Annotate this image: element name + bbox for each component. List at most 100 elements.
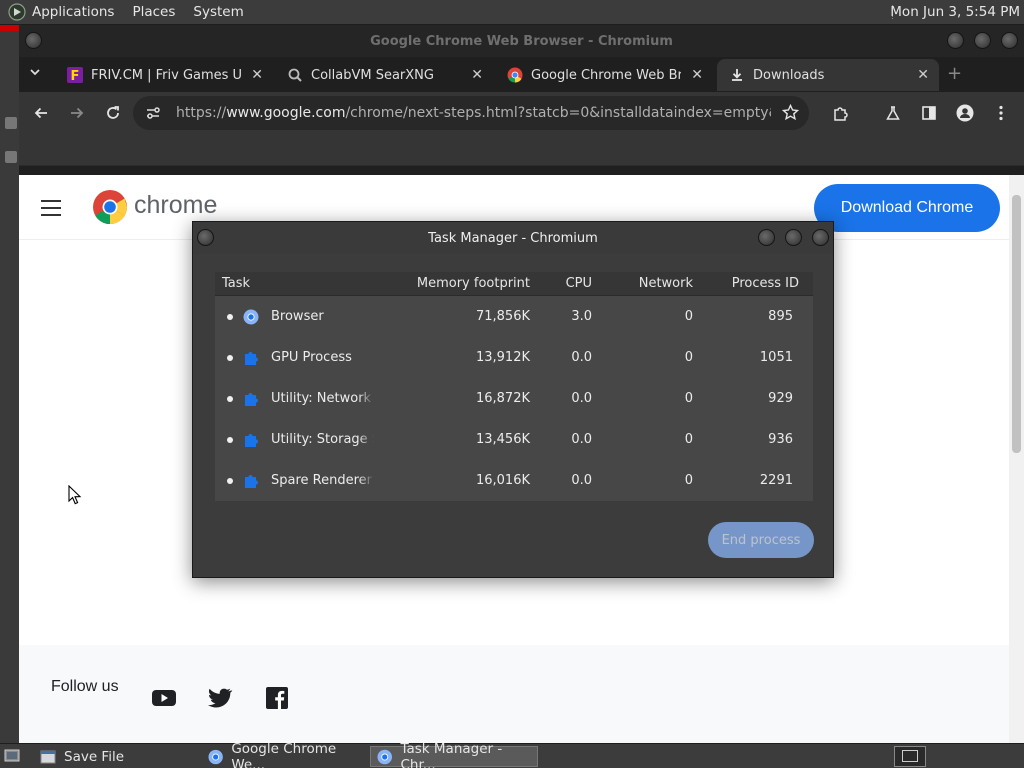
tab-search-chevron-icon[interactable] [29, 66, 41, 82]
close-button[interactable] [1001, 32, 1018, 49]
mouse-pointer-icon [68, 485, 82, 505]
bullet-icon [227, 395, 233, 402]
cpu-cell: 0.0 [571, 350, 592, 365]
puzzle-icon [245, 433, 258, 447]
twitter-icon[interactable] [207, 687, 233, 709]
close-tab-icon[interactable]: ✕ [471, 67, 483, 83]
desktop-edge [0, 25, 19, 743]
close-tab-icon[interactable]: ✕ [251, 67, 263, 83]
extensions-puzzle-icon[interactable] [829, 102, 851, 124]
dialog-maximize-button[interactable] [785, 229, 802, 246]
workspace-switcher[interactable] [894, 746, 926, 767]
download-icon [732, 69, 742, 81]
back-arrow-icon[interactable] [30, 102, 52, 124]
close-tab-icon[interactable]: ✕ [691, 67, 703, 83]
column-header-task[interactable]: Task [215, 276, 405, 291]
tab-title: FRIV.CM | Friv Games Unblocked [91, 67, 241, 83]
hamburger-menu-icon[interactable] [41, 200, 61, 221]
facebook-icon[interactable] [264, 687, 290, 709]
network-cell: 0 [684, 391, 693, 406]
tab-title: Downloads [753, 67, 825, 83]
page-scrollbar[interactable] [1009, 175, 1024, 743]
desktop-icon[interactable] [5, 151, 17, 163]
network-cell: 0 [684, 309, 693, 324]
tab-title: CollabVM SearXNG [311, 67, 434, 83]
kebab-menu-icon[interactable] [990, 102, 1012, 124]
table-row[interactable]: GPU Process 13,912K 0.0 0 1051 [215, 337, 813, 378]
bullet-icon [227, 436, 233, 443]
taskbar-item-task-manager[interactable]: Task Manager - Chr... [370, 741, 538, 768]
bullet-icon [227, 354, 233, 361]
process-table: Task Memory footprint CPU Network Proces… [215, 272, 813, 501]
forward-arrow-icon[interactable] [66, 102, 88, 124]
close-tab-icon[interactable]: ✕ [917, 67, 929, 83]
scrollbar-thumb[interactable] [1012, 195, 1021, 453]
system-menu[interactable]: System [193, 4, 243, 20]
desktop-icon[interactable] [5, 117, 17, 129]
column-header-memory[interactable]: Memory footprint [405, 276, 530, 291]
tab-searxng[interactable]: CollabVM SearXNG ✕ [275, 59, 493, 91]
profile-avatar-icon[interactable] [954, 102, 976, 124]
gnome-foot-icon[interactable] [8, 3, 26, 21]
task-name: Utility: Storage Service [271, 432, 374, 447]
task-name: Browser [271, 309, 324, 324]
new-tab-plus-icon[interactable]: + [947, 63, 962, 84]
chromium-icon [243, 309, 259, 324]
task-manager-dialog: Task Manager - Chromium Task Memory foot… [192, 221, 834, 578]
labs-flask-icon[interactable] [882, 102, 904, 124]
puzzle-icon [245, 392, 258, 406]
taskbar-item-label: Task Manager - Chr... [400, 740, 503, 768]
side-panel-icon[interactable] [918, 102, 940, 124]
task-name: GPU Process [271, 350, 352, 365]
puzzle-icon [245, 474, 258, 488]
site-settings-icon[interactable] [145, 105, 161, 125]
bullet-icon [227, 313, 233, 320]
network-cell: 0 [684, 350, 693, 365]
column-header-cpu[interactable]: CPU [530, 276, 592, 291]
show-desktop-icon[interactable] [4, 748, 20, 764]
task-name: Spare Renderer [271, 473, 372, 488]
task-cell: Browser [215, 309, 405, 325]
reload-icon[interactable] [102, 102, 124, 124]
bookmark-star-icon[interactable] [781, 103, 800, 125]
minimize-button[interactable] [947, 32, 964, 49]
table-row[interactable]: Browser 71,856K 3.0 0 895 [215, 296, 813, 337]
window-menu-button[interactable] [25, 32, 42, 49]
dialog-minimize-button[interactable] [758, 229, 775, 246]
chrome-logo-icon[interactable] [92, 189, 128, 225]
address-bar[interactable]: https://www.google.com/chrome/next-steps… [133, 96, 809, 130]
clock[interactable]: Mon Jun 3, 5:54 PM [890, 4, 1020, 20]
maximize-button[interactable] [974, 32, 991, 49]
table-row[interactable]: Utility: Storage Service 13,456K 0.0 0 9… [215, 419, 813, 460]
dialog-close-button[interactable] [812, 229, 829, 246]
pid-cell: 895 [768, 309, 793, 324]
window-titlebar[interactable]: Google Chrome Web Browser - Chromium [19, 25, 1024, 57]
tab-google-chrome[interactable]: Google Chrome Web Browser ✕ [495, 59, 713, 91]
end-process-button[interactable]: End process [708, 522, 814, 558]
table-row[interactable]: Utility: Network Service 16,872K 0.0 0 9… [215, 378, 813, 419]
window-title: Google Chrome Web Browser - Chromium [370, 33, 673, 49]
table-row[interactable]: Spare Renderer 16,016K 0.0 0 2291 [215, 460, 813, 501]
column-header-network[interactable]: Network [592, 276, 693, 291]
taskbar-item-chrome[interactable]: Google Chrome We... [202, 741, 368, 768]
url-text[interactable]: https://www.google.com/chrome/next-steps… [176, 105, 771, 121]
youtube-icon[interactable] [151, 687, 177, 709]
download-chrome-button[interactable]: Download Chrome [814, 184, 1000, 232]
puzzle-icon [245, 351, 258, 365]
taskbar-item-label: Google Chrome We... [231, 740, 337, 768]
dialog-menu-button[interactable] [197, 229, 214, 246]
tab-strip: F FRIV.CM | Friv Games Unblocked ✕ Colla… [19, 57, 1024, 92]
task-cell: GPU Process [215, 350, 405, 366]
taskbar-item-save-file[interactable]: Save File [34, 746, 199, 767]
column-header-process-id[interactable]: Process ID [693, 276, 799, 291]
browser-toolbar: https://www.google.com/chrome/next-steps… [19, 92, 1024, 136]
tab-friv[interactable]: F FRIV.CM | Friv Games Unblocked ✕ [55, 59, 273, 91]
applications-menu[interactable]: Applications [32, 4, 114, 20]
task-manager-titlebar[interactable]: Task Manager - Chromium [193, 222, 833, 254]
cpu-cell: 0.0 [571, 473, 592, 488]
places-menu[interactable]: Places [132, 4, 175, 20]
table-header: Task Memory footprint CPU Network Proces… [215, 272, 813, 296]
chrome-wordmark[interactable]: chrome [134, 191, 217, 220]
network-cell: 0 [684, 473, 693, 488]
tab-downloads[interactable]: Downloads ✕ [717, 59, 939, 91]
